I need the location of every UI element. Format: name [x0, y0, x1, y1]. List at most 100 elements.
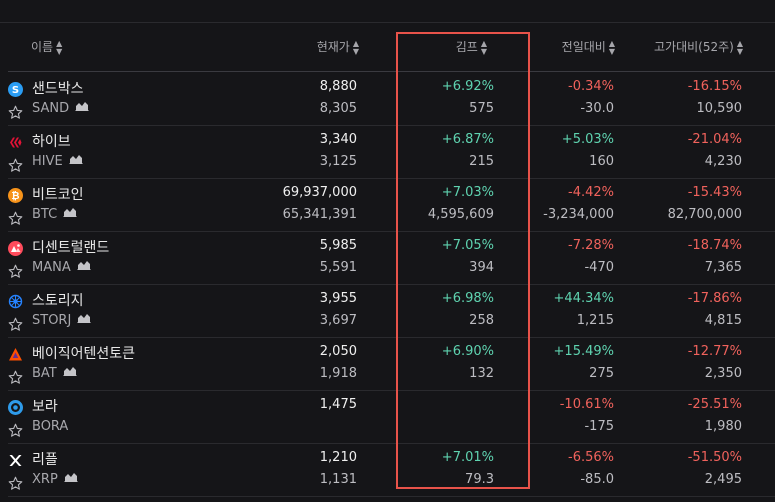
change-value: -175	[584, 419, 614, 434]
star-icon[interactable]	[8, 423, 23, 438]
coin-name[interactable]: 디센트럴랜드	[32, 237, 109, 257]
chart-icon[interactable]	[64, 471, 78, 486]
xrp-icon	[8, 453, 23, 468]
coin-symbol: HIVE	[32, 154, 83, 169]
coin-name[interactable]: 샌드박스	[32, 78, 84, 98]
high-value: 2,495	[704, 472, 742, 487]
sort-icon: ▲ ▼	[56, 38, 63, 56]
header-name[interactable]: 이름 ▲ ▼	[31, 23, 62, 71]
coin-symbol: BORA	[32, 419, 69, 434]
star-icon[interactable]	[8, 370, 23, 385]
change-value: 160	[589, 154, 614, 169]
high-percent: -16.15%	[687, 79, 742, 94]
table-row[interactable]: 베이직어텐션토큰 BAT 2,050 1,918 +6.90% 132 +15.…	[8, 337, 775, 391]
hive-icon	[8, 135, 23, 150]
table-header: 이름 ▲ ▼ 현재가 ▲ ▼ 김프 ▲ ▼ 전일대비 ▲ ▼ 고가대비(52주) ▲ ▼	[0, 23, 775, 71]
overseas-price: 3,125	[319, 154, 357, 169]
coin-name[interactable]: 베이직어텐션토큰	[32, 343, 135, 363]
coin-symbol: BAT	[32, 366, 77, 381]
change-value: 1,215	[576, 313, 614, 328]
star-icon[interactable]	[8, 264, 23, 279]
table-row[interactable]: 보라 BORA 1,475 -10.61% -175 -25.51% 1,980	[8, 390, 775, 444]
sort-icon: ▲ ▼	[736, 38, 743, 56]
high-value: 4,815	[704, 313, 742, 328]
current-price: 69,937,000	[282, 185, 357, 200]
high-percent: -15.43%	[687, 185, 742, 200]
header-kimp[interactable]: 김프 ▲ ▼	[456, 23, 487, 71]
current-price: 3,955	[319, 291, 357, 306]
chart-icon[interactable]	[77, 259, 91, 274]
overseas-price: 1,918	[319, 366, 357, 381]
table-row[interactable]: 리플 XRP 1,210 1,131 +7.01% 79.3 -6.56% -8…	[8, 443, 775, 497]
coin-symbol: BTC	[32, 207, 77, 222]
change-percent: -7.28%	[568, 238, 614, 253]
star-icon[interactable]	[8, 158, 23, 173]
high-value: 7,365	[704, 260, 742, 275]
kimp-percent: +6.92%	[441, 79, 494, 94]
change-value: 275	[589, 366, 614, 381]
coin-name[interactable]: 보라	[32, 396, 58, 416]
coin-symbol: STORJ	[32, 313, 91, 328]
table-row[interactable]: S 샌드박스 SAND 8,880 8,305 +6.92% 575 -0.34…	[8, 72, 775, 126]
sort-icon: ▲ ▼	[480, 38, 487, 56]
overseas-price: 65,341,391	[282, 207, 357, 222]
change-percent: -10.61%	[559, 397, 614, 412]
coin-name[interactable]: 하이브	[32, 131, 71, 151]
high-value: 10,590	[696, 101, 743, 116]
change-value: -470	[584, 260, 614, 275]
star-icon[interactable]	[8, 317, 23, 332]
coin-symbol: SAND	[32, 101, 89, 116]
current-price: 1,475	[319, 397, 357, 412]
kimp-percent: +7.01%	[441, 450, 494, 465]
high-percent: -18.74%	[687, 238, 742, 253]
kimp-value: 394	[469, 260, 494, 275]
current-price: 3,340	[319, 132, 357, 147]
table-row[interactable]: 디센트럴랜드 MANA 5,985 5,591 +7.05% 394 -7.28…	[8, 231, 775, 285]
coin-name[interactable]: 비트코인	[32, 184, 84, 204]
kimp-percent: +6.90%	[441, 344, 494, 359]
header-change[interactable]: 전일대비 ▲ ▼	[562, 23, 615, 71]
change-value: -85.0	[580, 472, 614, 487]
overseas-price: 3,697	[319, 313, 357, 328]
chart-icon[interactable]	[69, 153, 83, 168]
high-percent: -17.86%	[687, 291, 742, 306]
coin-name[interactable]: 스토리지	[32, 290, 84, 310]
high-percent: -25.51%	[687, 397, 742, 412]
current-price: 2,050	[319, 344, 357, 359]
kimp-percent: +7.05%	[441, 238, 494, 253]
header-high[interactable]: 고가대비(52주) ▲ ▼	[654, 23, 743, 71]
current-price: 5,985	[319, 238, 357, 253]
overseas-price: 8,305	[319, 101, 357, 116]
star-icon[interactable]	[8, 476, 23, 491]
overseas-price: 1,131	[319, 472, 357, 487]
chart-icon[interactable]	[75, 100, 89, 115]
sort-icon: ▲ ▼	[352, 38, 359, 56]
kimp-value: 4,595,609	[427, 207, 494, 222]
change-percent: +44.34%	[553, 291, 614, 306]
header-price[interactable]: 현재가 ▲ ▼	[317, 23, 359, 71]
table-row[interactable]: 스토리지 STORJ 3,955 3,697 +6.98% 258 +44.34…	[8, 284, 775, 338]
kimp-value: 79.3	[465, 472, 494, 487]
change-percent: +5.03%	[561, 132, 614, 147]
coin-name[interactable]: 리플	[32, 449, 58, 469]
table-row[interactable]: 하이브 HIVE 3,340 3,125 +6.87% 215 +5.03% 1…	[8, 125, 775, 179]
bat-icon	[8, 347, 23, 362]
star-icon[interactable]	[8, 105, 23, 120]
table-row[interactable]: ₿ 비트코인 BTC 69,937,000 65,341,391 +7.03% …	[8, 178, 775, 232]
kimp-percent: +6.87%	[441, 132, 494, 147]
high-value: 4,230	[704, 154, 742, 169]
chart-icon[interactable]	[77, 312, 91, 327]
current-price: 1,210	[319, 450, 357, 465]
current-price: 8,880	[319, 79, 357, 94]
change-percent: -6.56%	[568, 450, 614, 465]
bitcoin-icon: ₿	[8, 188, 23, 203]
star-icon[interactable]	[8, 211, 23, 226]
bora-icon	[8, 400, 23, 415]
mana-icon	[8, 241, 23, 256]
high-value: 2,350	[704, 366, 742, 381]
coin-symbol: XRP	[32, 472, 78, 487]
sand-icon: S	[8, 82, 23, 97]
change-value: -3,234,000	[543, 207, 614, 222]
chart-icon[interactable]	[63, 206, 77, 221]
chart-icon[interactable]	[63, 365, 77, 380]
